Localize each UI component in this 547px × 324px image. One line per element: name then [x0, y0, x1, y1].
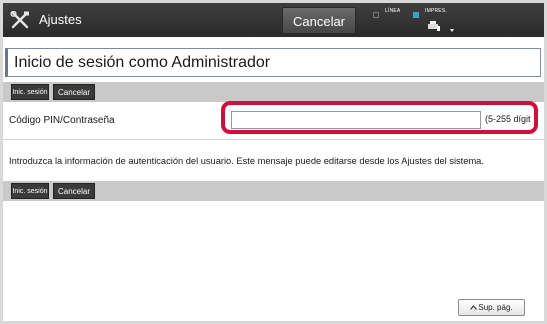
print-status-indicator — [413, 12, 419, 18]
row-divider — [3, 139, 544, 140]
cancel-button[interactable]: Cancelar — [282, 7, 356, 34]
auth-info-message: Introduzca la información de autenticaci… — [9, 156, 484, 166]
chevron-down-icon[interactable] — [450, 29, 454, 33]
action-bar-bottom: Inic. sesión Cancelar — [3, 181, 544, 201]
status-area: LÍNEA IMPRES. — [363, 3, 544, 37]
pin-label: Código PIN/Contraseña — [9, 115, 115, 126]
page-title: Inicio de sesión como Administrador — [14, 54, 271, 71]
app-frame: Ajustes Cancelar LÍNEA IMPRES. Inicio de… — [3, 3, 544, 321]
line-status-indicator — [373, 12, 379, 18]
action-bar-top: Inic. sesión Cancelar — [3, 82, 544, 102]
settings-tools-icon[interactable] — [10, 11, 30, 29]
print-status-label: IMPRES. — [425, 8, 447, 14]
app-title: Ajustes — [39, 12, 82, 27]
line-status-label: LÍNEA — [385, 8, 401, 14]
page-up-label: Sup. pág. — [478, 303, 513, 312]
cancel-action-button[interactable]: Cancelar — [53, 84, 95, 100]
login-button-bottom[interactable]: Inic. sesión — [11, 183, 49, 199]
chevron-up-icon — [470, 305, 478, 311]
login-button[interactable]: Inic. sesión — [11, 84, 49, 100]
top-bar: Ajustes Cancelar LÍNEA IMPRES. — [3, 3, 544, 37]
page-title-box: Inicio de sesión como Administrador — [5, 48, 541, 77]
page-up-button[interactable]: Sup. pág. — [458, 299, 525, 316]
cancel-action-button-bottom[interactable]: Cancelar — [53, 183, 95, 199]
pin-input-highlight — [221, 101, 538, 134]
printer-icon[interactable] — [428, 21, 442, 31]
